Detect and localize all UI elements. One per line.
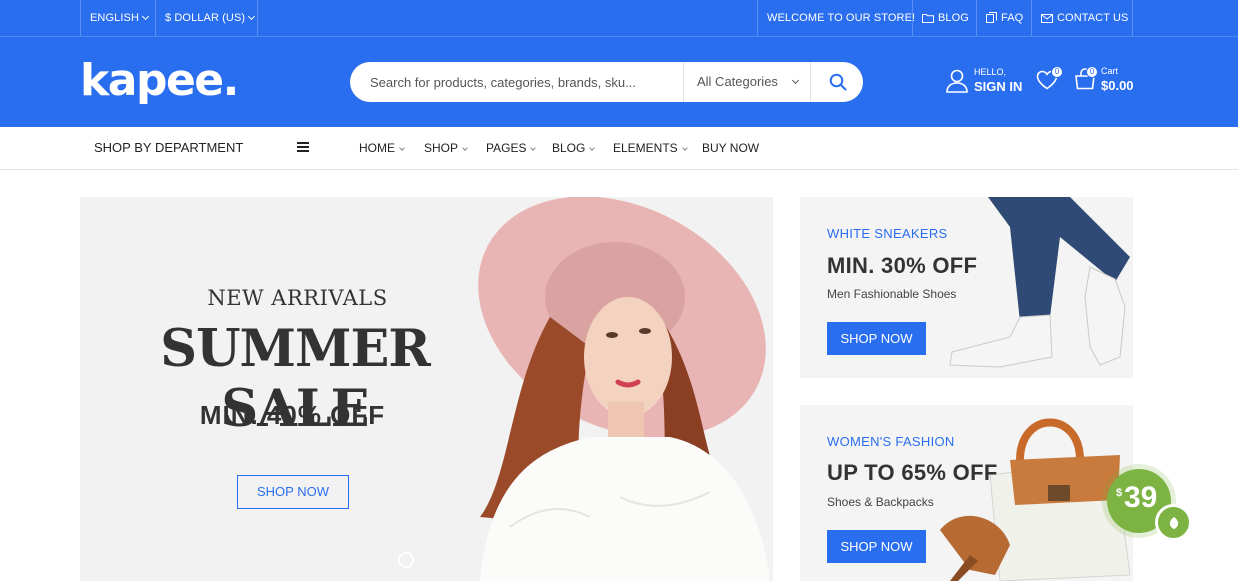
menu-icon[interactable]	[297, 142, 309, 154]
cart-button[interactable]: 0 Cart $0.00	[1074, 66, 1134, 95]
search-input[interactable]	[370, 62, 680, 102]
separator	[155, 0, 156, 36]
separator	[80, 0, 81, 36]
chevron-down-icon	[141, 12, 150, 21]
main-navigation: SHOP BY DEPARTMENT HOME SHOP PAGES BLOG …	[0, 127, 1238, 170]
contact-link[interactable]: CONTACT US	[1041, 0, 1129, 36]
chevron-down-icon	[248, 12, 256, 21]
faq-link[interactable]: FAQ	[986, 0, 1023, 36]
nav-item-label: BUY NOW	[702, 141, 760, 155]
separator	[1031, 0, 1032, 36]
chevron-down-icon	[589, 145, 596, 151]
separator	[1132, 0, 1133, 36]
currency-label: $ DOLLAR (US)	[165, 12, 246, 24]
category-select[interactable]: All Categories	[683, 62, 811, 102]
nav-item-home[interactable]: HOME	[359, 127, 405, 169]
nav-item-label: ELEMENTS	[613, 141, 678, 155]
separator	[912, 0, 913, 36]
nav-item-blog[interactable]: BLOG	[552, 127, 596, 169]
blog-link[interactable]: BLOG	[922, 0, 969, 36]
currency-selector[interactable]: $ DOLLAR (US)	[165, 0, 256, 36]
nav-item-label: PAGES	[486, 141, 527, 155]
faq-link-label: FAQ	[1001, 12, 1024, 24]
category-select-value: All Categories	[697, 74, 778, 89]
hero-banner: NEW ARRIVALS SUMMER SALE MIN. 40% OFF SH…	[80, 197, 773, 581]
nav-item-label: HOME	[359, 141, 395, 155]
language-label: ENGLISH	[90, 12, 139, 24]
hero-shop-now-button[interactable]: SHOP NOW	[237, 475, 349, 509]
user-icon	[946, 69, 968, 93]
chevron-down-icon	[462, 145, 468, 151]
cart-count-badge: 0	[1086, 66, 1098, 78]
chevron-down-icon	[791, 76, 800, 85]
welcome-text: WELCOME TO OUR STORE!	[767, 12, 916, 24]
envelope-icon	[1041, 14, 1053, 23]
promo-shop-now-button[interactable]: SHOP NOW	[827, 322, 926, 355]
nav-item-shop[interactable]: SHOP	[424, 127, 468, 169]
blog-link-label: BLOG	[938, 12, 969, 24]
nav-item-label: BLOG	[552, 141, 586, 155]
promo-card-sneakers: WHITE SNEAKERS MIN. 30% OFF Men Fashiona…	[800, 197, 1133, 378]
search-icon	[829, 73, 846, 91]
folder-icon	[922, 14, 934, 23]
language-selector[interactable]: ENGLISH	[90, 0, 150, 36]
cart-total: $0.00	[1101, 78, 1134, 93]
search-button[interactable]	[815, 62, 860, 102]
chevron-down-icon	[530, 145, 537, 151]
nav-item-pages[interactable]: PAGES	[486, 127, 537, 169]
nav-item-elements[interactable]: ELEMENTS	[613, 127, 688, 169]
separator	[976, 0, 977, 36]
faq-icon	[986, 12, 997, 23]
promo-subtitle: Men Fashionable Shoes	[827, 287, 957, 301]
promo-title: MIN. 30% OFF	[827, 253, 978, 278]
promo-card-womens-fashion: WOMEN'S FASHION UP TO 65% OFF Shoes & Ba…	[800, 405, 1133, 581]
sneakers-image	[949, 197, 1130, 368]
wishlist-button[interactable]: 0	[1036, 66, 1063, 95]
separator	[757, 0, 758, 36]
main-header: kapee. All Categories HELLO, SIGN IN 0 0…	[0, 37, 1238, 127]
sign-in-label: SIGN IN	[974, 79, 1023, 94]
chevron-down-icon	[399, 145, 405, 151]
promo-title: UP TO 65% OFF	[827, 460, 998, 485]
hero-subtitle: MIN. 40% OFF	[199, 400, 386, 430]
wishlist-count-badge: 0	[1051, 66, 1063, 78]
nav-item-label: SHOP	[424, 141, 459, 155]
contact-link-label: CONTACT US	[1057, 12, 1129, 24]
price-value: 39	[1124, 481, 1158, 514]
account-greeting: HELLO,	[974, 67, 1007, 77]
promo-eyebrow: WOMEN'S FASHION	[827, 434, 955, 449]
price-currency: $	[1116, 487, 1123, 499]
promo-subtitle: Shoes & Backpacks	[827, 495, 934, 509]
chevron-down-icon	[681, 145, 688, 151]
shop-by-department[interactable]: SHOP BY DEPARTMENT	[94, 127, 243, 169]
nav-item-buy-now[interactable]: BUY NOW	[702, 127, 759, 169]
site-logo[interactable]: kapee.	[80, 55, 239, 106]
hero-eyebrow: NEW ARRIVALS	[207, 286, 388, 310]
leaf-icon	[1169, 516, 1178, 529]
top-bar: ENGLISH $ DOLLAR (US) WELCOME TO OUR STO…	[0, 0, 1238, 37]
cart-label: Cart	[1101, 66, 1119, 76]
promo-eyebrow: WHITE SNEAKERS	[827, 226, 948, 241]
leaf-button[interactable]	[1155, 504, 1192, 541]
separator	[257, 0, 258, 36]
promo-shop-now-button[interactable]: SHOP NOW	[827, 530, 926, 563]
search-bar: All Categories	[350, 62, 863, 102]
slider-dot[interactable]	[398, 552, 414, 568]
handbag-image	[940, 418, 1131, 581]
